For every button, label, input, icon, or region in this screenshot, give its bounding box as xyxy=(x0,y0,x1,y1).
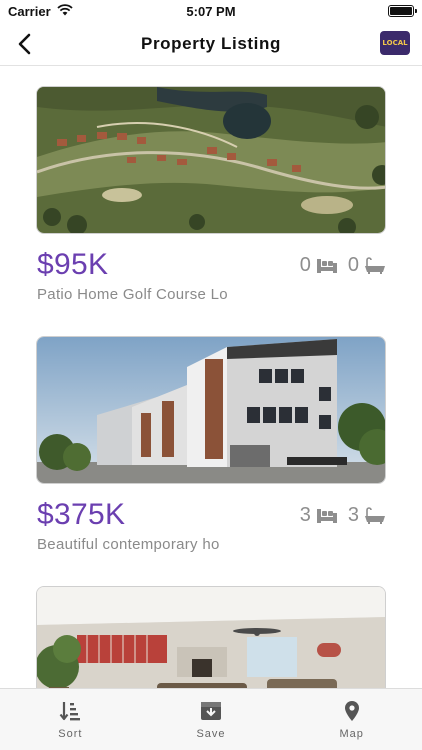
sort-icon xyxy=(59,701,81,720)
amenities: 3 3 xyxy=(300,504,386,527)
map-pin-icon xyxy=(344,700,359,721)
app-logo[interactable]: LOCAL xyxy=(380,31,410,55)
bedrooms: 3 xyxy=(300,504,338,527)
battery-icon xyxy=(388,5,417,17)
bathroom-count: 0 xyxy=(347,254,359,276)
tab-label: Save xyxy=(196,727,226,740)
bed-icon xyxy=(316,508,337,523)
bathroom-count: 3 xyxy=(347,504,359,526)
property-card[interactable]: $95K 0 0 Patio Home Golf Course Lo xyxy=(36,86,386,314)
chevron-left-icon xyxy=(18,33,31,55)
property-card[interactable] xyxy=(36,586,386,688)
page-title: Property Listing xyxy=(141,33,281,53)
property-list[interactable]: $95K 0 0 Patio Home Golf Course Lo $375K… xyxy=(0,67,422,688)
tab-save[interactable]: Save xyxy=(141,689,282,750)
navigation-bar: Property Listing LOCAL xyxy=(0,22,422,66)
bathtub-icon xyxy=(365,256,385,274)
back-button[interactable] xyxy=(10,30,38,58)
save-icon xyxy=(201,701,221,720)
listing-price: $375K xyxy=(37,498,126,531)
contemporary-townhouse-image[interactable] xyxy=(36,336,386,484)
tab-label: Map xyxy=(339,727,364,740)
property-card[interactable]: $375K 3 3 Beautiful contemporary ho xyxy=(36,336,386,564)
bathtub-icon xyxy=(365,506,385,524)
tab-sort[interactable]: Sort xyxy=(0,689,141,750)
bedrooms: 0 xyxy=(300,254,338,277)
tab-label: Sort xyxy=(58,727,83,740)
bed-icon xyxy=(316,258,337,273)
listing-info: $95K 0 0 Patio Home Golf Course Lo xyxy=(36,234,386,314)
wifi-icon xyxy=(57,3,73,19)
bedroom-count: 3 xyxy=(299,504,311,526)
listing-info: $375K 3 3 Beautiful contemporary ho xyxy=(36,484,386,564)
bathrooms: 3 xyxy=(348,504,386,527)
aerial-golf-course-image[interactable] xyxy=(36,86,386,234)
amenities: 0 0 xyxy=(300,254,386,277)
tab-bar: Sort Save Map xyxy=(0,688,422,750)
listing-price: $95K xyxy=(37,248,109,281)
living-room-interior-image[interactable] xyxy=(36,586,386,688)
bedroom-count: 0 xyxy=(299,254,311,276)
logo-text: LOCAL xyxy=(382,38,408,47)
bathrooms: 0 xyxy=(348,254,386,277)
tab-map[interactable]: Map xyxy=(281,689,422,750)
listing-address: Beautiful contemporary ho xyxy=(37,536,220,553)
carrier-label: Carrier xyxy=(8,3,51,19)
listing-address: Patio Home Golf Course Lo xyxy=(37,286,228,303)
status-bar: Carrier 5:07 PM xyxy=(0,0,422,22)
status-left: Carrier xyxy=(8,4,73,19)
